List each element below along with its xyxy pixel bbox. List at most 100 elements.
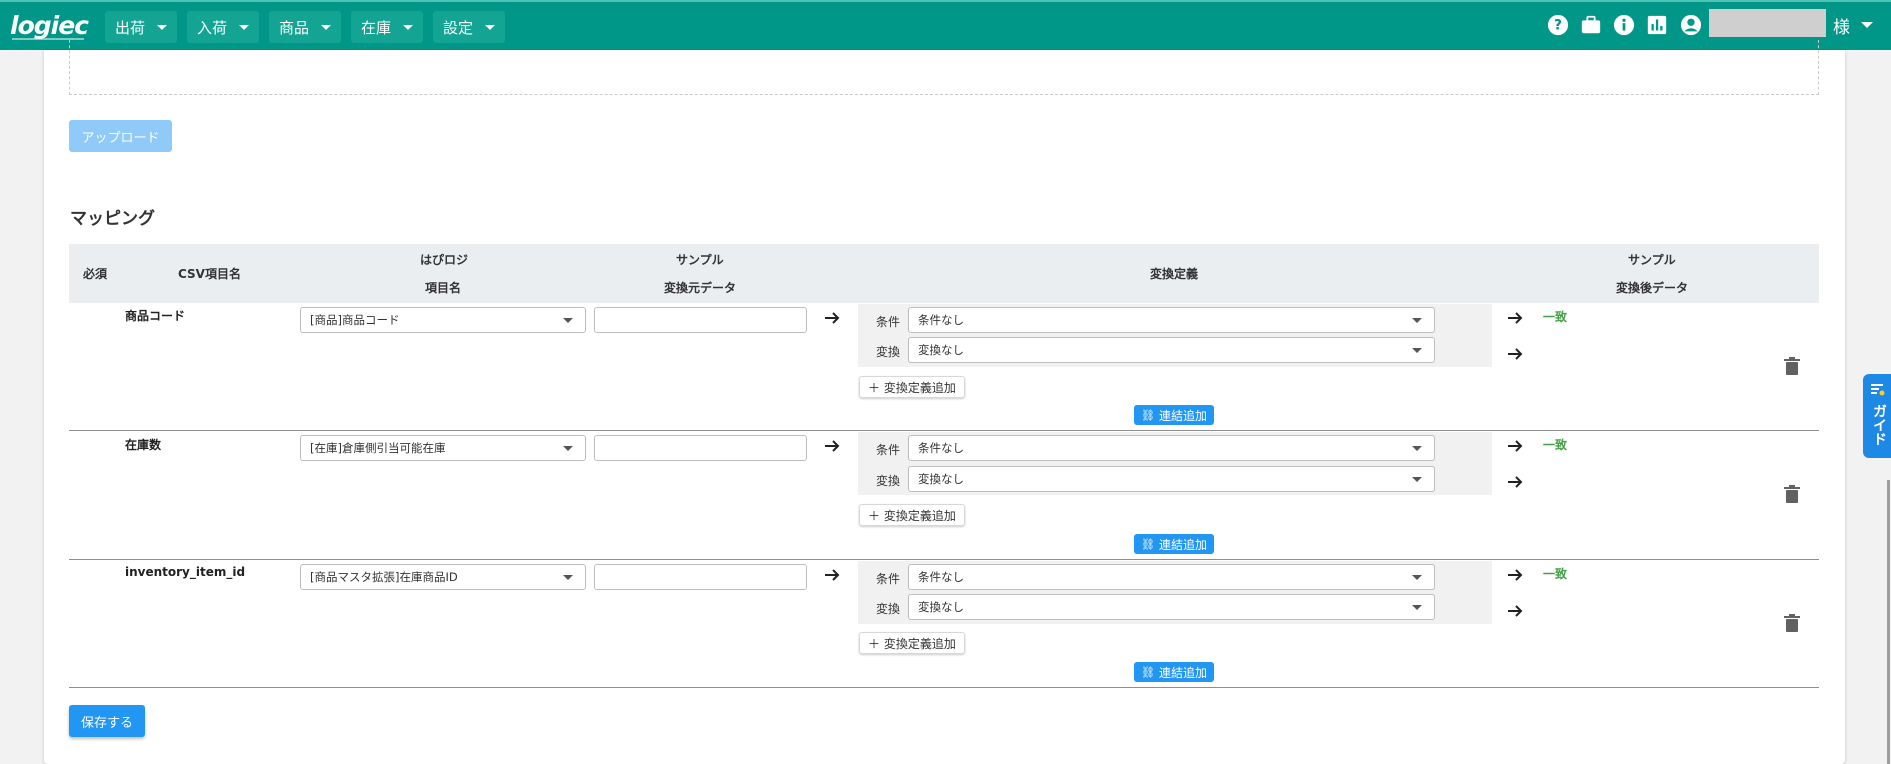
convert-select[interactable]: 変換なし	[908, 594, 1435, 620]
condition-select[interactable]: 条件なし	[908, 307, 1435, 333]
add-link-label: 連結追加	[1158, 408, 1207, 423]
select-value: 変換なし	[918, 343, 964, 357]
convert-label: 変換	[876, 345, 901, 359]
condition-label: 条件	[876, 315, 901, 329]
result-match: 一致	[1543, 310, 1568, 324]
arrow-right-icon	[825, 569, 840, 581]
condition-label: 条件	[876, 443, 901, 457]
select-value: 条件なし	[918, 441, 964, 455]
guide-list-icon	[1871, 384, 1885, 396]
user-suffix: 様	[1833, 18, 1850, 38]
row-divider	[69, 559, 1819, 560]
row-divider	[69, 430, 1819, 431]
convert-label: 変換	[876, 602, 901, 616]
condition-label: 条件	[876, 572, 901, 586]
nav-products[interactable]: 商品	[269, 11, 342, 43]
save-button[interactable]: 保存する	[69, 705, 145, 737]
select-value: 条件なし	[918, 313, 964, 327]
col-sample-dst-data: 変換後データ	[1616, 281, 1689, 295]
info-icon[interactable]	[1613, 14, 1635, 36]
link-icon: ⛓	[1141, 665, 1155, 679]
sample-src-input[interactable]	[594, 307, 807, 333]
condition-select[interactable]: 条件なし	[908, 435, 1435, 461]
select-value: [在庫]倉庫側引当可能在庫	[310, 441, 446, 455]
add-conversion-button[interactable]: ＋ 変換定義追加	[859, 376, 965, 398]
chevron-down-icon	[157, 24, 168, 30]
convert-select[interactable]: 変換なし	[908, 337, 1435, 363]
arrow-right-icon	[825, 440, 840, 452]
page-scrollbar[interactable]	[1887, 480, 1890, 764]
sample-src-input[interactable]	[594, 564, 807, 590]
convert-label: 変換	[876, 474, 901, 488]
select-value: 変換なし	[918, 472, 964, 486]
col-csv-name: CSV項目名	[178, 267, 241, 281]
col-sample-src: サンプル	[676, 253, 724, 267]
dropdown-arrow-icon	[1412, 348, 1422, 353]
chevron-down-icon	[485, 24, 496, 30]
user-name-masked[interactable]	[1709, 9, 1826, 37]
arrow-right-icon	[1508, 569, 1523, 581]
csv-item-name: inventory_item_id	[125, 565, 246, 579]
trash-icon[interactable]	[1784, 357, 1800, 375]
account-icon[interactable]	[1680, 14, 1702, 36]
row-divider	[69, 687, 1819, 688]
nav-receiving[interactable]: 入荷	[187, 11, 260, 43]
dropdown-arrow-icon	[1412, 575, 1422, 580]
nav-label: 商品	[279, 18, 310, 37]
arrow-right-icon	[1508, 312, 1523, 324]
add-conversion-button[interactable]: ＋ 変換定義追加	[859, 632, 965, 654]
habilogi-field-select[interactable]: [商品マスタ拡張]在庫商品ID	[300, 564, 586, 590]
briefcase-icon[interactable]	[1580, 14, 1602, 36]
chart-icon[interactable]	[1646, 14, 1668, 36]
csv-item-name: 在庫数	[125, 438, 162, 452]
add-link-label: 連結追加	[1158, 537, 1207, 552]
dropdown-arrow-icon	[563, 446, 573, 451]
arrow-right-icon	[1508, 348, 1523, 360]
arrow-right-icon	[1508, 440, 1523, 452]
file-drop-zone[interactable]	[69, 40, 1819, 95]
convert-select[interactable]: 変換なし	[908, 466, 1435, 492]
sample-src-input[interactable]	[594, 435, 807, 461]
select-value: 変換なし	[918, 600, 964, 614]
link-icon: ⛓	[1141, 537, 1155, 551]
link-icon: ⛓	[1141, 408, 1155, 422]
arrow-right-icon	[1508, 476, 1523, 488]
result-match: 一致	[1543, 567, 1568, 581]
nav-label: 出荷	[115, 18, 146, 37]
habilogi-field-select[interactable]: [商品]商品コード	[300, 307, 586, 333]
dropdown-arrow-icon	[563, 575, 573, 580]
select-value: 条件なし	[918, 570, 964, 584]
svg-text:?: ?	[1554, 18, 1562, 34]
col-habilogi: はぴロジ	[420, 253, 469, 267]
nav-label: 在庫	[361, 18, 392, 37]
nav-settings[interactable]: 設定	[433, 11, 506, 43]
nav-shipping[interactable]: 出荷	[105, 11, 178, 43]
col-required: 必須	[83, 267, 108, 281]
help-icon[interactable]: ?	[1547, 14, 1569, 36]
col-conversion: 変換定義	[1150, 267, 1199, 281]
trash-icon[interactable]	[1784, 485, 1800, 503]
col-sample-src-data: 変換元データ	[664, 281, 737, 295]
dropdown-arrow-icon	[1412, 477, 1422, 482]
add-link-button[interactable]: ⛓ 連結追加	[1134, 662, 1214, 682]
trash-icon[interactable]	[1784, 614, 1800, 632]
condition-select[interactable]: 条件なし	[908, 564, 1435, 590]
nav-label: 入荷	[197, 18, 228, 37]
habilogi-field-select[interactable]: [在庫]倉庫側引当可能在庫	[300, 435, 586, 461]
add-link-button[interactable]: ⛓ 連結追加	[1134, 405, 1214, 425]
arrow-right-icon	[825, 312, 840, 324]
upload-button[interactable]: アップロード	[69, 120, 172, 152]
mapping-table-header	[69, 244, 1819, 303]
user-menu-chevron-icon[interactable]	[1861, 22, 1873, 28]
nav-inventory[interactable]: 在庫	[351, 11, 424, 43]
col-item-name: 項目名	[425, 281, 462, 295]
guide-tab[interactable]: ガイド	[1863, 374, 1891, 458]
logo[interactable]: logiec	[10, 11, 89, 40]
main-card	[44, 50, 1845, 764]
add-link-button[interactable]: ⛓ 連結追加	[1134, 534, 1214, 554]
add-conversion-button[interactable]: ＋ 変換定義追加	[859, 504, 965, 526]
chevron-down-icon	[239, 24, 250, 30]
result-match: 一致	[1543, 438, 1568, 452]
dropdown-arrow-icon	[1412, 318, 1422, 323]
arrow-right-icon	[1508, 605, 1523, 617]
